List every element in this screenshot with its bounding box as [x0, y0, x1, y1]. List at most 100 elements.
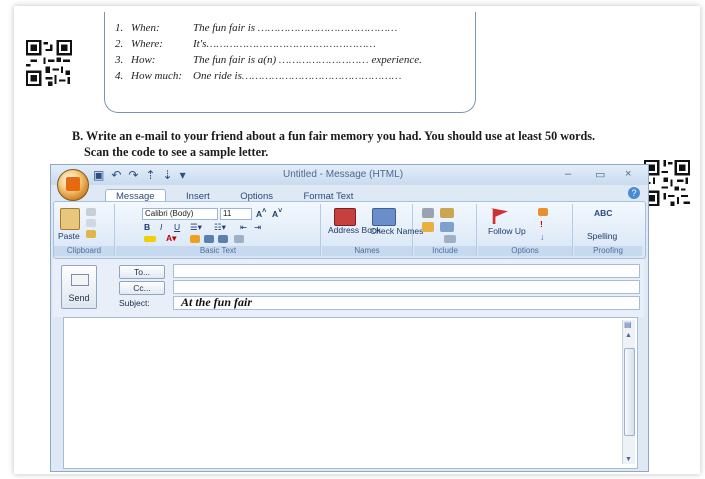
minimize-button[interactable]: –	[565, 168, 571, 180]
subject-field[interactable]: At the fun fair	[173, 295, 640, 310]
highlight-icon[interactable]	[144, 236, 156, 242]
address-book-icon[interactable]	[334, 208, 356, 226]
follow-up-button[interactable]: Follow Up	[488, 226, 526, 236]
qa-row-when: 1. When: The fun fair is ……………………………………	[115, 22, 398, 34]
message-body[interactable]: ▤ ▲ ▼	[63, 317, 638, 469]
spelling-button[interactable]: Spelling	[587, 231, 617, 241]
categorize-icon[interactable]	[538, 208, 548, 216]
underline-icon[interactable]: U	[174, 222, 180, 232]
instruction-line-2: Scan the code to see a sample letter.	[84, 145, 269, 159]
scroll-down-icon[interactable]: ▼	[625, 456, 632, 463]
spelling-icon[interactable]: ABC	[594, 208, 612, 218]
signature-icon[interactable]	[444, 235, 456, 243]
numbering-icon[interactable]: ☷▾	[214, 222, 226, 233]
maximize-button[interactable]: ▭	[595, 168, 605, 181]
cc-button[interactable]: Cc...	[119, 281, 165, 295]
qa-question: How:	[131, 54, 156, 66]
group-label: Include	[414, 246, 476, 256]
quick-access-toolbar: ▣ ↶ ↷ ⇡ ⇣ ▾	[93, 168, 193, 182]
answer-blank[interactable]: ………………………	[279, 54, 369, 66]
qa-number: 2.	[115, 38, 124, 50]
qa-answer-prefix: The fun fair is	[193, 22, 256, 34]
attach-item-icon[interactable]	[440, 208, 454, 218]
task-instruction: B. Write an e-mail to your friend about …	[72, 128, 595, 160]
align-left-icon[interactable]	[190, 235, 200, 243]
paste-button[interactable]: Paste	[58, 231, 80, 241]
window-title: Untitled - Message (HTML)	[283, 169, 404, 180]
qr-code-top-icon	[26, 40, 72, 86]
group-label: Options	[478, 246, 572, 256]
question-box: 1. When: The fun fair is …………………………………… 2.…	[104, 12, 476, 113]
office-logo-icon	[66, 177, 80, 191]
vertical-scrollbar[interactable]: ▤ ▲ ▼	[622, 320, 635, 464]
group-label: Names	[322, 246, 412, 256]
grow-font-icon[interactable]: A˄	[256, 207, 266, 219]
qa-answer-prefix: It's	[193, 38, 207, 50]
qr-code-right-icon	[644, 160, 690, 206]
paste-icon[interactable]	[60, 208, 80, 230]
to-field[interactable]	[173, 264, 640, 278]
qa-answer-prefix: One ride is	[193, 70, 242, 82]
check-names-icon[interactable]	[372, 208, 396, 226]
qa-answer-prefix: The fun fair is a(n)	[193, 54, 277, 66]
ribbon-tabs: Message Insert Options Format Text	[105, 186, 369, 203]
undo-icon[interactable]: ↶	[111, 168, 121, 182]
qa-row-how-much: 4. How much: One ride is…………………………………………	[115, 70, 402, 82]
close-button[interactable]: ×	[625, 168, 631, 180]
qa-question: Where:	[131, 38, 163, 50]
answer-blank[interactable]: ……………………………………	[258, 22, 398, 34]
up-arrow-icon[interactable]: ⇡	[145, 168, 155, 182]
italic-icon[interactable]: I	[160, 222, 162, 232]
group-label: Proofing	[574, 246, 642, 256]
down-arrow-icon[interactable]: ⇣	[163, 168, 173, 182]
envelope-icon	[71, 274, 89, 286]
qa-answer-suffix: experience.	[371, 54, 422, 66]
title-bar: ▣ ↶ ↷ ⇡ ⇣ ▾ Untitled - Message (HTML) – ▭ ×	[51, 165, 648, 185]
align-center-icon[interactable]	[204, 235, 214, 243]
cc-field[interactable]	[173, 280, 640, 294]
answer-blank[interactable]: …………………………………………	[242, 70, 402, 82]
font-size-select[interactable]: 11	[220, 208, 252, 220]
office-button[interactable]	[57, 169, 89, 201]
group-basic-text: Calibri (Body) 11 A˄ A˅ B I U ☰▾ ☷▾ ⇤ ⇥ …	[116, 204, 321, 256]
send-button[interactable]: Send	[61, 265, 97, 309]
copy-icon[interactable]	[86, 219, 96, 227]
ruler-toggle-icon[interactable]: ▤	[624, 320, 632, 329]
qa-question: When:	[131, 22, 160, 34]
bullets-icon[interactable]: ☰▾	[190, 222, 202, 233]
subject-value: At the fun fair	[181, 295, 253, 309]
redo-icon[interactable]: ↷	[128, 168, 138, 182]
group-include: Include	[414, 204, 477, 256]
group-proofing: ABC Spelling Proofing	[574, 204, 642, 256]
high-importance-icon[interactable]: !	[540, 219, 543, 229]
business-card-icon[interactable]	[422, 222, 434, 232]
low-importance-icon[interactable]: ↓	[540, 232, 544, 242]
qa-number: 3.	[115, 54, 124, 66]
align-right-icon[interactable]	[218, 235, 228, 243]
shrink-font-icon[interactable]: A˅	[272, 207, 282, 219]
follow-up-flag-icon[interactable]	[490, 208, 508, 224]
scroll-up-icon[interactable]: ▲	[625, 332, 632, 339]
instruction-line-1: B. Write an e-mail to your friend about …	[72, 129, 596, 143]
increase-indent-icon[interactable]: ⇥	[254, 222, 261, 233]
help-icon[interactable]: ?	[628, 187, 640, 199]
bold-icon[interactable]: B	[144, 222, 150, 232]
group-clipboard: Paste Clipboard	[54, 204, 115, 256]
format-painter-icon[interactable]	[86, 230, 96, 238]
calendar-icon[interactable]	[440, 222, 454, 232]
cut-icon[interactable]	[86, 208, 96, 216]
decrease-indent-icon[interactable]: ⇤	[240, 222, 247, 233]
answer-blank[interactable]: ……………………………………………	[206, 38, 376, 50]
worksheet-page: 1. When: The fun fair is …………………………………… 2.…	[14, 6, 700, 474]
message-header-form: Send To... Cc... Subject: At the fun fai…	[53, 259, 644, 317]
group-options: Follow Up ! ↓ Options	[478, 204, 573, 256]
scrollbar-thumb[interactable]	[624, 348, 635, 436]
qa-question: How much:	[131, 70, 183, 82]
font-name-select[interactable]: Calibri (Body)	[142, 208, 218, 220]
font-color-icon[interactable]: A▾	[166, 233, 176, 244]
save-icon[interactable]: ▣	[93, 168, 104, 182]
customize-dropdown-icon[interactable]: ▾	[180, 168, 186, 182]
to-button[interactable]: To...	[119, 265, 165, 279]
attach-file-icon[interactable]	[422, 208, 434, 218]
clear-formatting-icon[interactable]	[234, 235, 244, 243]
